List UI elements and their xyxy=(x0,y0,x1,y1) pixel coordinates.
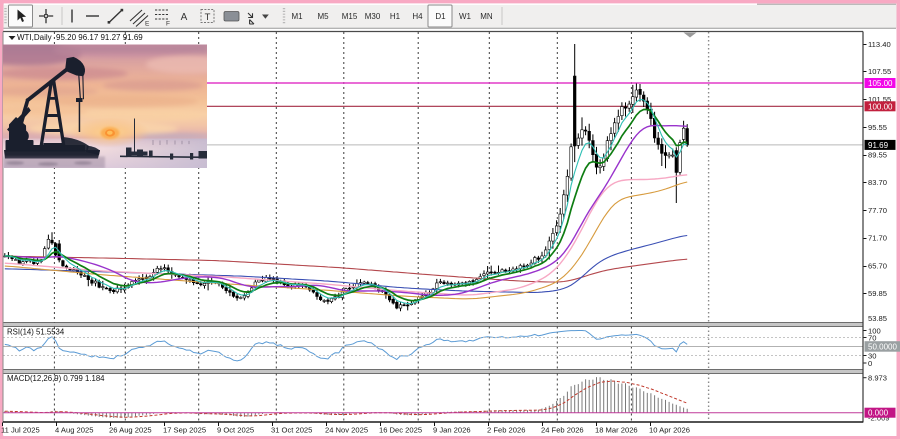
svg-text:83.70: 83.70 xyxy=(868,178,887,187)
svg-text:18 Mar 2026: 18 Mar 2026 xyxy=(595,426,638,435)
svg-text:M15: M15 xyxy=(342,12,358,21)
svg-text:100.00: 100.00 xyxy=(868,102,893,111)
svg-text:70: 70 xyxy=(868,333,876,342)
svg-text:107.55: 107.55 xyxy=(868,67,891,76)
svg-text:0.000: 0.000 xyxy=(868,409,889,418)
svg-text:F: F xyxy=(166,21,170,28)
svg-text:91.69: 91.69 xyxy=(868,141,889,150)
svg-text:53.85: 53.85 xyxy=(868,314,887,323)
svg-text:10 Apr 2026: 10 Apr 2026 xyxy=(649,426,690,435)
svg-text:24 Nov 2025: 24 Nov 2025 xyxy=(325,426,368,435)
svg-text:0: 0 xyxy=(868,359,872,368)
svg-text:4 Aug 2025: 4 Aug 2025 xyxy=(55,426,93,435)
svg-text:77.70: 77.70 xyxy=(868,206,887,215)
svg-text:WTI,Daily: WTI,Daily xyxy=(17,33,52,42)
svg-text:26 Aug 2025: 26 Aug 2025 xyxy=(109,426,152,435)
svg-text:65.70: 65.70 xyxy=(868,262,887,271)
svg-text:M1: M1 xyxy=(291,12,303,21)
svg-text:H1: H1 xyxy=(390,12,401,21)
svg-text:M5: M5 xyxy=(317,12,329,21)
svg-text:E: E xyxy=(145,21,150,28)
svg-text:59.85: 59.85 xyxy=(868,289,887,298)
svg-text:71.70: 71.70 xyxy=(868,234,887,243)
svg-text:RSI(14) 51.5534: RSI(14) 51.5534 xyxy=(7,328,65,337)
svg-text:MN: MN xyxy=(480,12,493,21)
svg-text:A: A xyxy=(181,12,188,23)
svg-text:T: T xyxy=(205,12,211,23)
svg-text:16 Dec 2025: 16 Dec 2025 xyxy=(379,426,422,435)
svg-text:95.20 96.17 91.27 91.69: 95.20 96.17 91.27 91.69 xyxy=(56,33,143,42)
svg-text:MACD(12,26,9) 0.799 1.184: MACD(12,26,9) 0.799 1.184 xyxy=(7,374,105,383)
svg-text:2 Feb 2026: 2 Feb 2026 xyxy=(487,426,525,435)
svg-text:D1: D1 xyxy=(435,12,446,21)
svg-text:31 Oct 2025: 31 Oct 2025 xyxy=(271,426,312,435)
svg-text:17 Sep 2025: 17 Sep 2025 xyxy=(163,426,206,435)
svg-text:24 Feb 2026: 24 Feb 2026 xyxy=(541,426,584,435)
svg-text:W1: W1 xyxy=(459,12,472,21)
svg-text:95.55: 95.55 xyxy=(868,123,887,132)
svg-text:H4: H4 xyxy=(412,12,423,21)
svg-text:50.0000: 50.0000 xyxy=(868,343,897,352)
svg-text:89.55: 89.55 xyxy=(868,151,887,160)
svg-text:9 Oct 2025: 9 Oct 2025 xyxy=(217,426,254,435)
svg-text:9 Jan 2026: 9 Jan 2026 xyxy=(433,426,471,435)
svg-text:105.00: 105.00 xyxy=(868,79,893,88)
svg-text:11 Jul 2025: 11 Jul 2025 xyxy=(1,426,40,435)
svg-text:113.40: 113.40 xyxy=(868,40,891,49)
svg-text:M30: M30 xyxy=(365,12,381,21)
svg-text:8.973: 8.973 xyxy=(868,374,887,383)
